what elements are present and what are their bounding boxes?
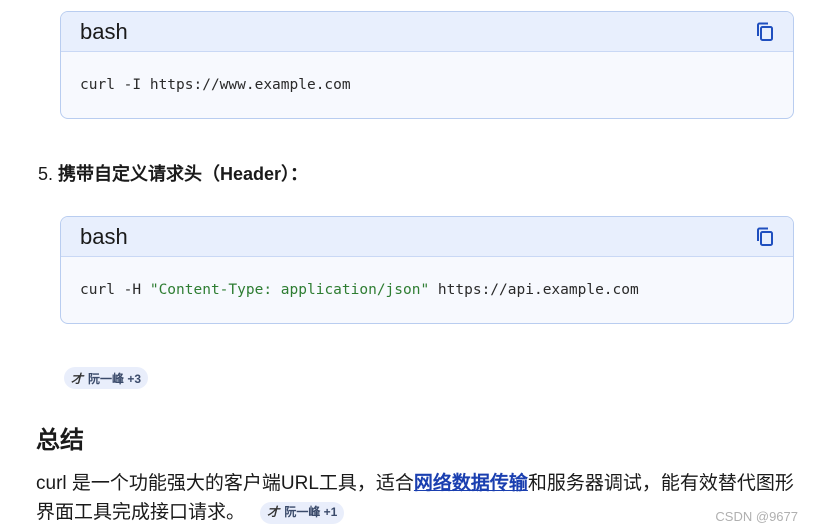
copy-icon[interactable] <box>755 21 775 43</box>
copy-icon[interactable] <box>755 226 775 248</box>
source-chip[interactable]: 才阮一峰 +1 <box>260 501 345 524</box>
network-transfer-link[interactable]: 网络数据传输 <box>414 473 528 494</box>
code-suffix: https://api.example.com <box>429 282 639 298</box>
step-number: 5. <box>38 164 54 184</box>
summary-text-before: curl 是一个功能强大的客户端URL工具，适合 <box>36 473 414 494</box>
code-language-label: bash <box>80 223 128 249</box>
summary-paragraph: curl 是一个功能强大的客户端URL工具，适合网络数据传输和服务器调试，能有效… <box>36 469 796 527</box>
code-line: curl -I https://www.example.com <box>80 77 351 93</box>
code-content: curl -H "Content-Type: application/json"… <box>61 257 793 323</box>
step-item: 5. 携带自定义请求头（Header）： <box>38 160 308 186</box>
author-logo-icon: 才 <box>267 505 280 519</box>
watermark: CSDN @9677 <box>715 509 798 524</box>
code-content: curl -I https://www.example.com <box>61 52 793 118</box>
code-prefix: curl -H <box>80 282 150 298</box>
code-block-header: bash <box>61 217 793 257</box>
code-string: "Content-Type: application/json" <box>149 282 430 298</box>
source-chip[interactable]: 才 阮一峰 +3 <box>64 367 149 389</box>
code-language-label: bash <box>80 18 128 44</box>
author-logo-icon: 才 <box>71 371 84 386</box>
code-block-header: bash <box>61 12 793 52</box>
summary-heading: 总结 <box>36 427 84 454</box>
code-block-2: bash curl -H "Content-Type: application/… <box>60 216 794 324</box>
source-chip-label: 阮一峰 +3 <box>88 371 142 386</box>
source-chip-label: 阮一峰 +1 <box>284 505 338 519</box>
code-block-1: bash curl -I https://www.example.com <box>60 11 794 119</box>
step-title: 携带自定义请求头（Header）： <box>58 164 309 184</box>
